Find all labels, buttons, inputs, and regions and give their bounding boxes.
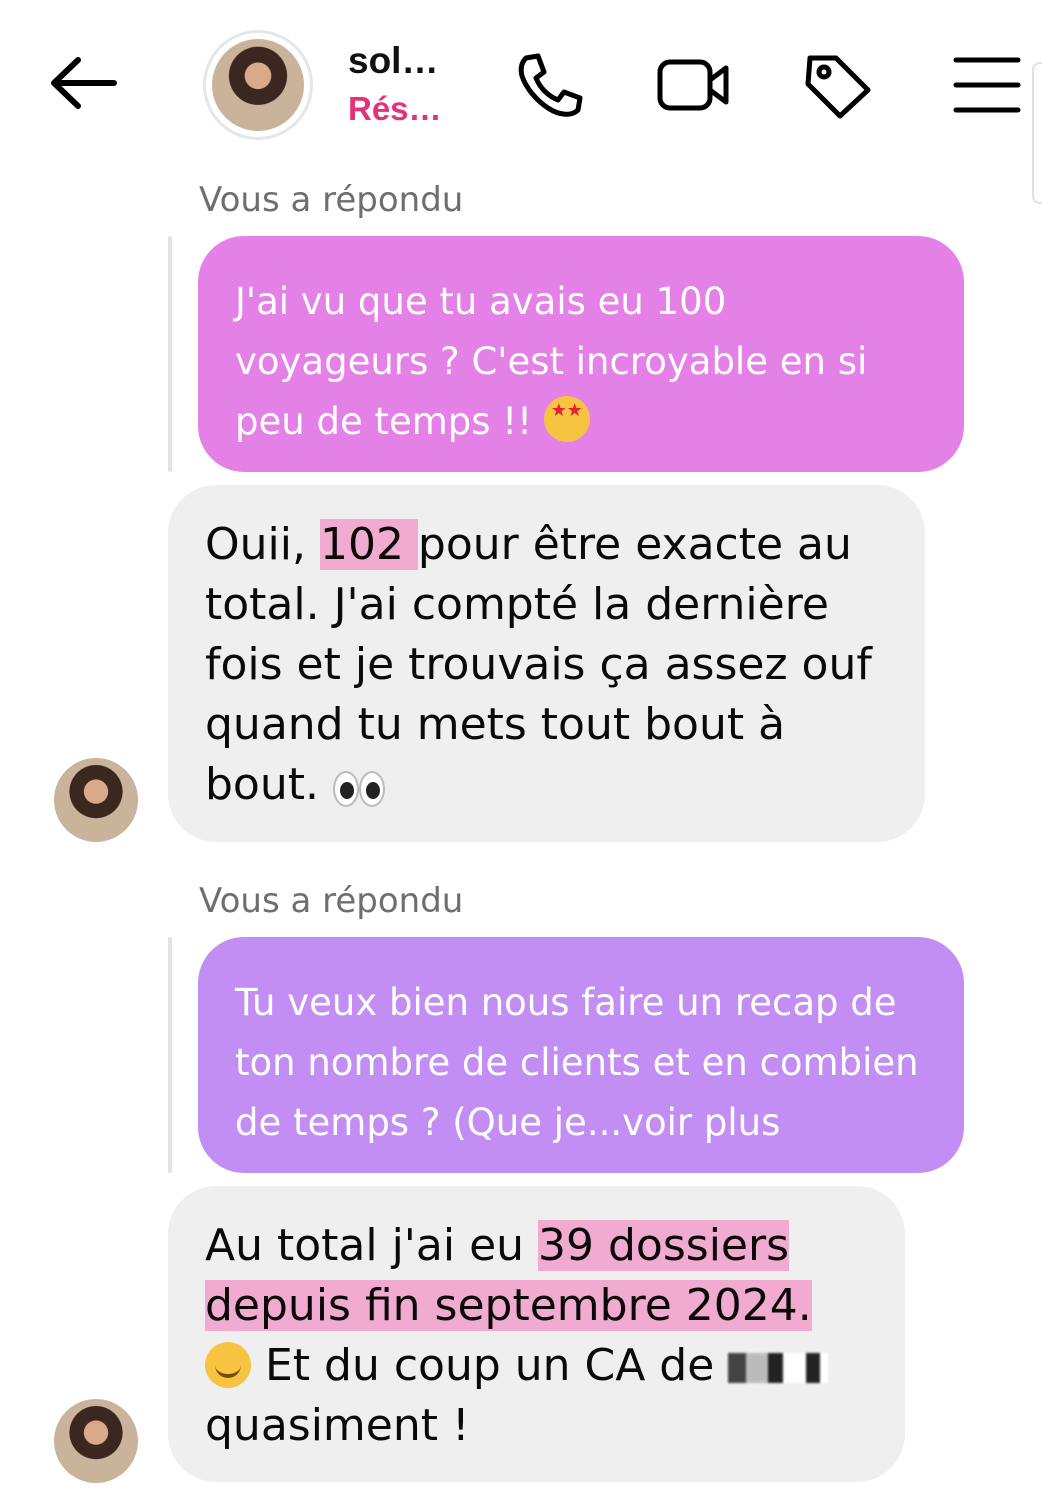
panel-edge	[1032, 62, 1042, 204]
chat-header: sol… Rés…	[0, 0, 1042, 204]
highlighted-text: depuis fin septembre 2024.	[205, 1280, 812, 1331]
redacted-amount	[728, 1353, 829, 1383]
message-text: Et du coup un CA de	[251, 1340, 729, 1391]
star-struck-emoji-icon	[543, 396, 590, 442]
eyes-emoji-icon	[332, 763, 391, 809]
incoming-message[interactable]: Ouii, 102 pour être exacte au total. J'a…	[168, 485, 925, 842]
smiling-emoji-icon	[205, 1342, 251, 1388]
message-text: Au total j'ai eu	[205, 1220, 539, 1271]
reply-bar	[168, 236, 172, 472]
message-text: Ouii,	[205, 519, 320, 570]
contact-avatar[interactable]	[203, 30, 313, 140]
highlighted-text: 102	[319, 519, 418, 570]
contact-status: Rés…	[348, 90, 442, 127]
message-text: quasiment !	[205, 1400, 470, 1451]
tag-icon[interactable]	[800, 50, 874, 120]
video-icon[interactable]	[656, 50, 730, 120]
sender-avatar[interactable]	[54, 1399, 138, 1483]
quoted-text: Tu veux bien nous faire un recap de ton …	[235, 981, 919, 1144]
reply-label: Vous a répondu	[199, 180, 464, 220]
incoming-message[interactable]: Au total j'ai eu 39 dossiers depuis fin …	[168, 1186, 905, 1482]
phone-icon[interactable]	[512, 50, 586, 120]
quoted-message[interactable]: Tu veux bien nous faire un recap de ton …	[198, 937, 964, 1173]
menu-icon[interactable]	[950, 50, 1024, 120]
reply-bar	[168, 937, 172, 1173]
back-arrow-icon[interactable]	[48, 50, 120, 116]
quoted-message[interactable]: J'ai vu que tu avais eu 100 voyageurs ? …	[198, 236, 964, 472]
sender-avatar[interactable]	[54, 758, 138, 842]
highlighted-text: 39 dossiers	[538, 1220, 789, 1271]
contact-name[interactable]: sol…	[348, 40, 438, 82]
reply-label: Vous a répondu	[199, 881, 464, 921]
